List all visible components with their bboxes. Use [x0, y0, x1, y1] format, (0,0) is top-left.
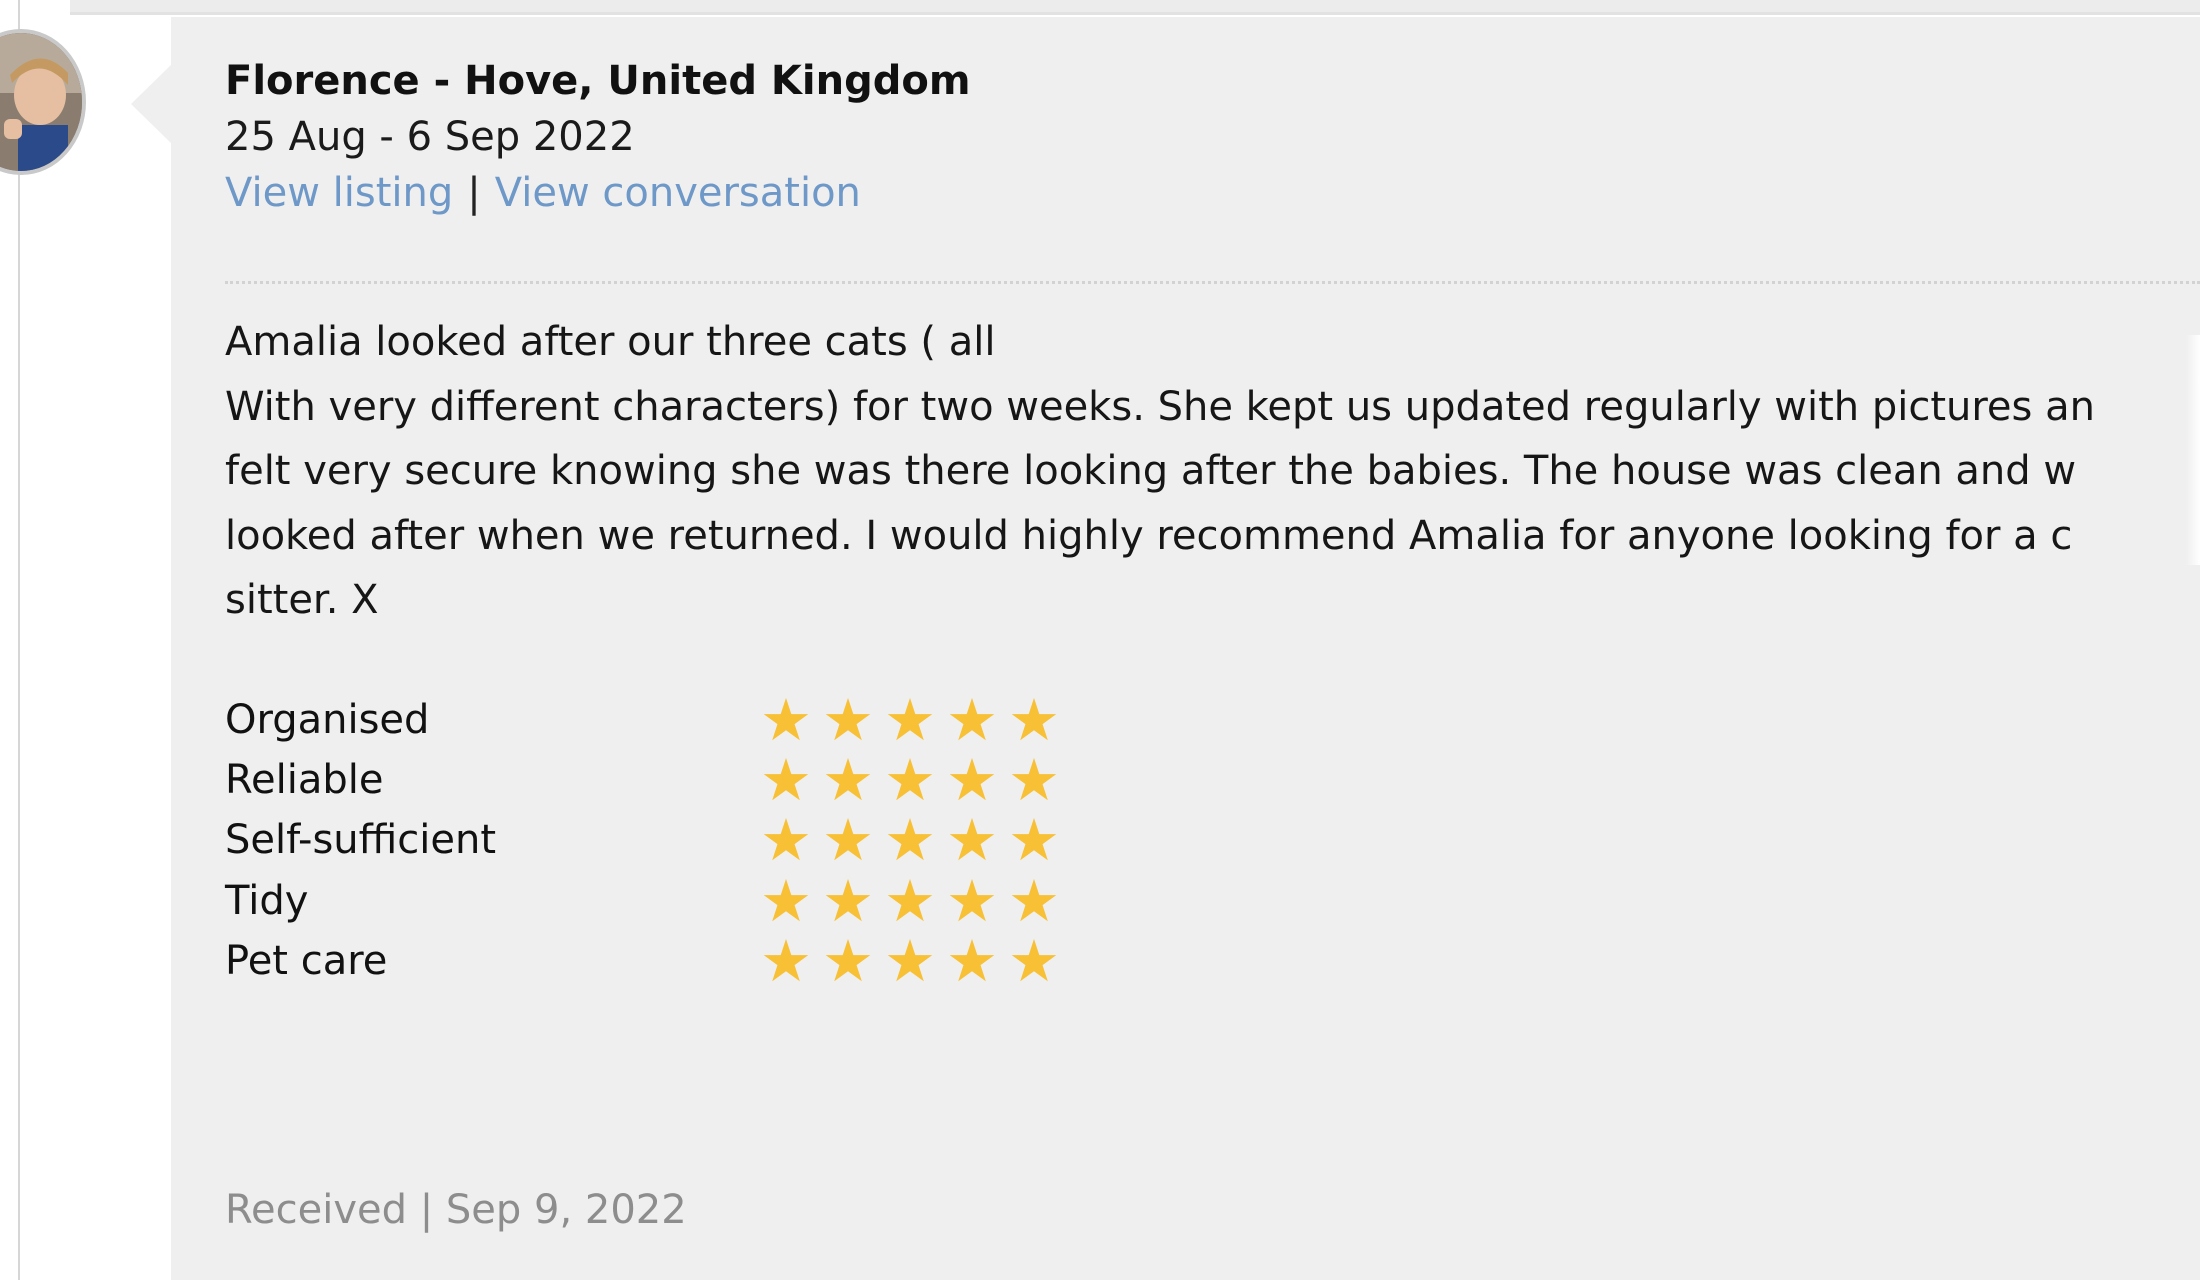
stay-date-range: 25 Aug - 6 Sep 2022 [225, 114, 635, 160]
star-icon: ★ [1008, 746, 1060, 814]
star-icon: ★ [884, 806, 936, 874]
star-icon: ★ [760, 927, 812, 995]
rating-stars: ★ ★ ★ ★ ★ [755, 750, 1065, 810]
star-icon: ★ [822, 806, 874, 874]
star-icon: ★ [884, 746, 936, 814]
star-icon: ★ [822, 686, 874, 754]
view-conversation-link[interactable]: View conversation [495, 170, 861, 216]
star-icon: ★ [884, 686, 936, 754]
timeline-rule [18, 0, 20, 1280]
star-icon: ★ [760, 686, 812, 754]
star-icon: ★ [1008, 806, 1060, 874]
star-icon: ★ [760, 806, 812, 874]
star-icon: ★ [822, 927, 874, 995]
review-text-line: looked after when we returned. I would h… [225, 512, 2073, 559]
text-overflow-fade [2186, 335, 2200, 565]
rating-label: Pet care [225, 938, 388, 984]
star-icon: ★ [1008, 867, 1060, 935]
link-separator: | [467, 170, 481, 216]
rating-stars: ★ ★ ★ ★ ★ [755, 931, 1065, 991]
star-icon: ★ [946, 686, 998, 754]
rating-stars: ★ ★ ★ ★ ★ [755, 871, 1065, 931]
review-card-pointer [131, 64, 172, 144]
review-text-line: With very different characters) for two … [225, 383, 2095, 430]
star-icon: ★ [760, 746, 812, 814]
rating-stars: ★ ★ ★ ★ ★ [755, 810, 1065, 870]
review-text: Amalia looked after our three cats ( all… [225, 310, 2095, 633]
star-icon: ★ [946, 746, 998, 814]
review-links: View listing | View conversation [225, 170, 861, 216]
star-icon: ★ [946, 867, 998, 935]
star-icon: ★ [822, 746, 874, 814]
received-date: Received | Sep 9, 2022 [225, 1187, 687, 1233]
star-icon: ★ [1008, 927, 1060, 995]
star-icon: ★ [760, 867, 812, 935]
view-listing-link[interactable]: View listing [225, 170, 453, 216]
review-text-line: Amalia looked after our three cats ( all [225, 319, 996, 365]
rating-label: Tidy [225, 878, 309, 924]
star-icon: ★ [946, 806, 998, 874]
rating-stars: ★ ★ ★ ★ ★ [755, 690, 1065, 750]
rating-label: Organised [225, 697, 430, 743]
reviewer-avatar[interactable] [0, 29, 86, 175]
rating-label: Reliable [225, 757, 384, 803]
review-text-line: felt very secure knowing she was there l… [225, 448, 2077, 494]
star-icon: ★ [884, 867, 936, 935]
rating-label: Self-sufficient [225, 817, 497, 863]
star-icon: ★ [946, 927, 998, 995]
avatar-photo [0, 33, 82, 171]
review-text-line: sitter. X [225, 577, 379, 623]
star-icon: ★ [884, 927, 936, 995]
section-divider [225, 281, 2200, 284]
star-icon: ★ [1008, 686, 1060, 754]
star-icon: ★ [822, 867, 874, 935]
reviewer-name: Florence - Hove, United Kingdom [225, 58, 971, 104]
previous-card-edge [70, 0, 2200, 15]
